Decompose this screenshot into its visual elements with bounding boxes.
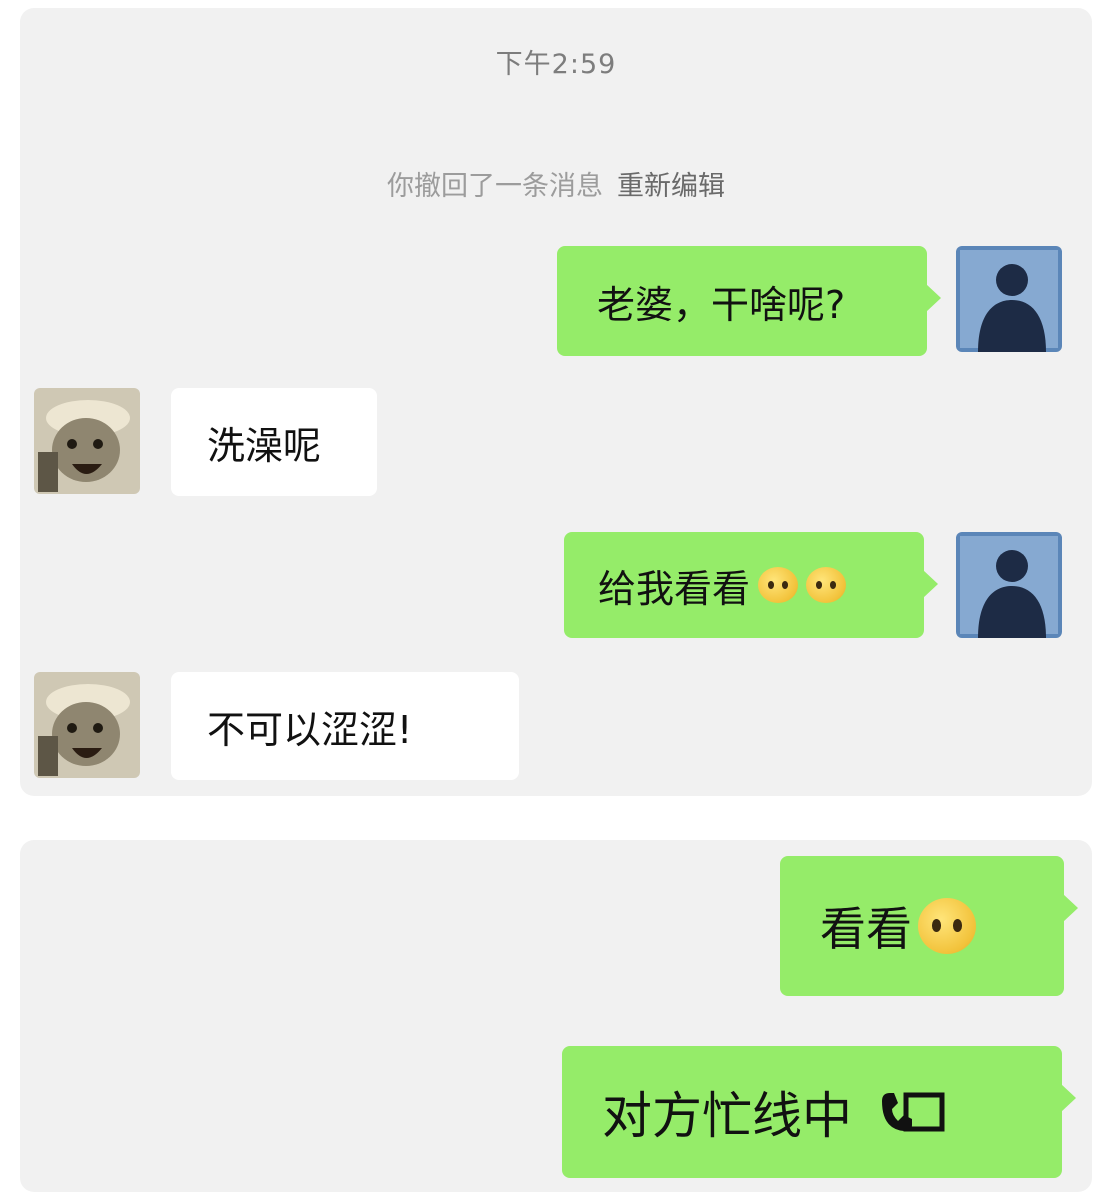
meme-face-icon: [34, 672, 140, 778]
chat-panel-top: 下午2:59 你撤回了一条消息 重新编辑 老婆，干啥呢? 洗澡呢 给我看看 不可…: [20, 8, 1092, 796]
meme-face-icon: [34, 388, 140, 494]
message-text: 不可以涩涩!: [207, 707, 413, 752]
sent-message-bubble[interactable]: 看看: [780, 856, 1078, 996]
contact-avatar[interactable]: [34, 672, 140, 778]
message-text: 对方忙线中: [602, 1087, 852, 1145]
my-avatar[interactable]: [956, 532, 1062, 638]
peek-emoji-icon: [806, 567, 847, 603]
sent-message-bubble[interactable]: 对方忙线中: [562, 1046, 1076, 1178]
re-edit-link[interactable]: 重新编辑: [617, 171, 725, 202]
message-text: 洗澡呢: [207, 423, 322, 468]
phone-hangup-icon: [876, 1087, 948, 1137]
chat-panel-bottom: 看看 对方忙线中: [20, 840, 1092, 1192]
sent-message-bubble[interactable]: 给我看看: [564, 532, 938, 638]
sent-message-bubble[interactable]: 老婆，干啥呢?: [557, 246, 941, 356]
my-avatar[interactable]: [956, 246, 1062, 352]
recall-notice-text: 你撤回了一条消息: [387, 171, 603, 202]
received-message-bubble[interactable]: 洗澡呢: [171, 388, 377, 496]
person-silhouette-icon: [956, 246, 1062, 352]
person-silhouette-icon: [956, 532, 1062, 638]
contact-avatar[interactable]: [34, 388, 140, 494]
recall-notice: 你撤回了一条消息 重新编辑: [20, 164, 1092, 203]
message-text: 给我看看: [598, 566, 751, 611]
peek-emoji-icon: [758, 567, 799, 603]
peek-emoji-icon: [918, 898, 976, 954]
message-text: 看看: [820, 902, 912, 956]
message-text: 老婆，干啥呢?: [597, 282, 846, 327]
received-message-bubble[interactable]: 不可以涩涩!: [171, 672, 519, 780]
message-timestamp: 下午2:59: [495, 49, 617, 80]
